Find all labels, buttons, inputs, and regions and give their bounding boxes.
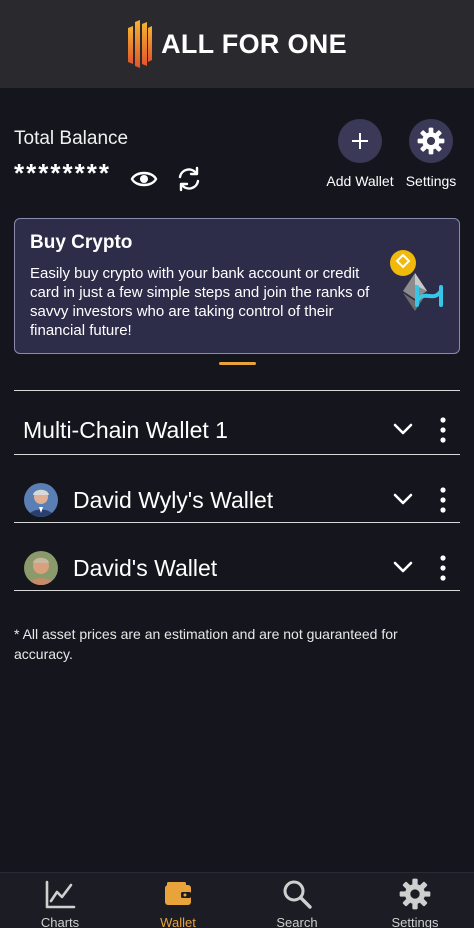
chevron-down-icon[interactable] (392, 488, 414, 510)
price-disclaimer: * All asset prices are an estimation and… (14, 626, 398, 662)
wallet-row[interactable]: David Wyly's Wallet (14, 466, 460, 534)
logo-mark-icon (128, 20, 153, 68)
chevron-down-icon[interactable] (392, 556, 414, 578)
wallet-name: David Wyly's Wallet (73, 486, 274, 513)
refresh-icon (178, 166, 200, 192)
more-options-icon[interactable] (436, 486, 450, 514)
divider (14, 590, 460, 591)
buy-crypto-description: Easily buy crypto with your bank account… (30, 265, 370, 339)
app-logo: ALL FOR ONE (127, 18, 347, 70)
tab-settings[interactable]: Settings (365, 878, 465, 928)
settings-button[interactable]: Settings (391, 119, 471, 189)
more-options-icon[interactable] (436, 416, 450, 444)
search-icon (283, 880, 312, 909)
settings-label: Settings (405, 173, 457, 189)
buy-crypto-title: Buy Crypto (30, 232, 133, 253)
tab-label: Wallet (160, 915, 196, 928)
crypto-coins-icon (390, 250, 443, 311)
avatar (24, 551, 58, 585)
refresh-balance-button[interactable] (175, 166, 203, 192)
wallet-name: David's Wallet (73, 554, 218, 581)
carousel-indicator (219, 362, 256, 365)
total-balance-label: Total Balance (14, 128, 129, 149)
total-balance-value: ******** (14, 158, 111, 188)
wallet-icon (165, 882, 191, 905)
show-balance-button[interactable] (130, 167, 158, 191)
tab-charts[interactable]: Charts (10, 878, 110, 928)
more-options-icon[interactable] (436, 554, 450, 582)
avatar (24, 483, 58, 517)
divider (14, 454, 460, 455)
tab-label: Charts (40, 915, 80, 928)
wallet-name: Multi-Chain Wallet 1 (23, 416, 228, 443)
add-wallet-label: Add Wallet (326, 173, 394, 189)
tab-wallet[interactable]: Wallet (128, 878, 228, 928)
app-title: ALL FOR ONE (161, 28, 347, 59)
chevron-down-icon[interactable] (392, 418, 414, 440)
app-header: ALL FOR ONE (0, 0, 474, 88)
add-wallet-circle (338, 119, 382, 163)
add-wallet-button[interactable]: Add Wallet (320, 119, 400, 189)
divider (14, 522, 460, 523)
tab-search[interactable]: Search (247, 878, 347, 928)
gear-icon (417, 127, 445, 155)
gear-icon (399, 878, 431, 910)
tab-label: Search (276, 915, 318, 928)
bottom-nav: Charts Wallet Search Settings (0, 872, 474, 928)
settings-circle (409, 119, 453, 163)
plus-icon (352, 133, 368, 149)
tab-label: Settings (391, 915, 439, 928)
divider (14, 390, 460, 391)
eye-icon (130, 171, 158, 187)
chart-icon (45, 880, 76, 909)
buy-crypto-card[interactable]: Buy Crypto Easily buy crypto with your b… (14, 218, 460, 354)
wallet-row[interactable]: David's Wallet (14, 534, 460, 602)
person-avatar-icon (24, 551, 58, 585)
person-avatar-icon (24, 483, 58, 517)
